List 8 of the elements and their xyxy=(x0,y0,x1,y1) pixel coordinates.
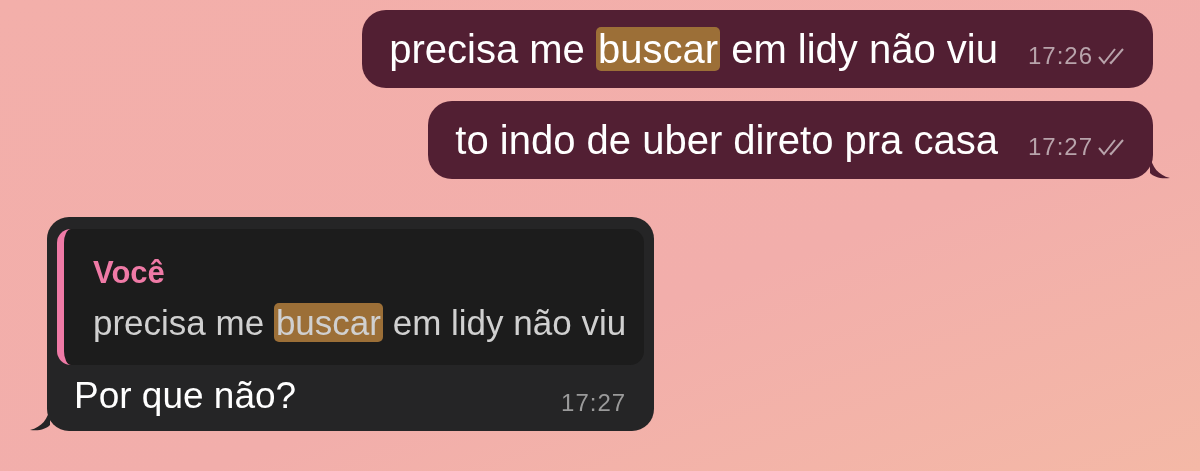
quote-text: precisa me buscar em lidy não viu xyxy=(93,302,627,344)
message-time: 17:26 xyxy=(1027,42,1093,70)
message-time: 17:27 xyxy=(1027,133,1093,161)
quote-author: Você xyxy=(93,255,166,291)
message-text: precisa me buscar em lidy não viu xyxy=(389,26,998,72)
message-text: Por que não? xyxy=(74,374,297,418)
message-text: to indo de uber direto pra casa xyxy=(455,117,998,163)
message-time: 17:27 xyxy=(561,389,627,417)
